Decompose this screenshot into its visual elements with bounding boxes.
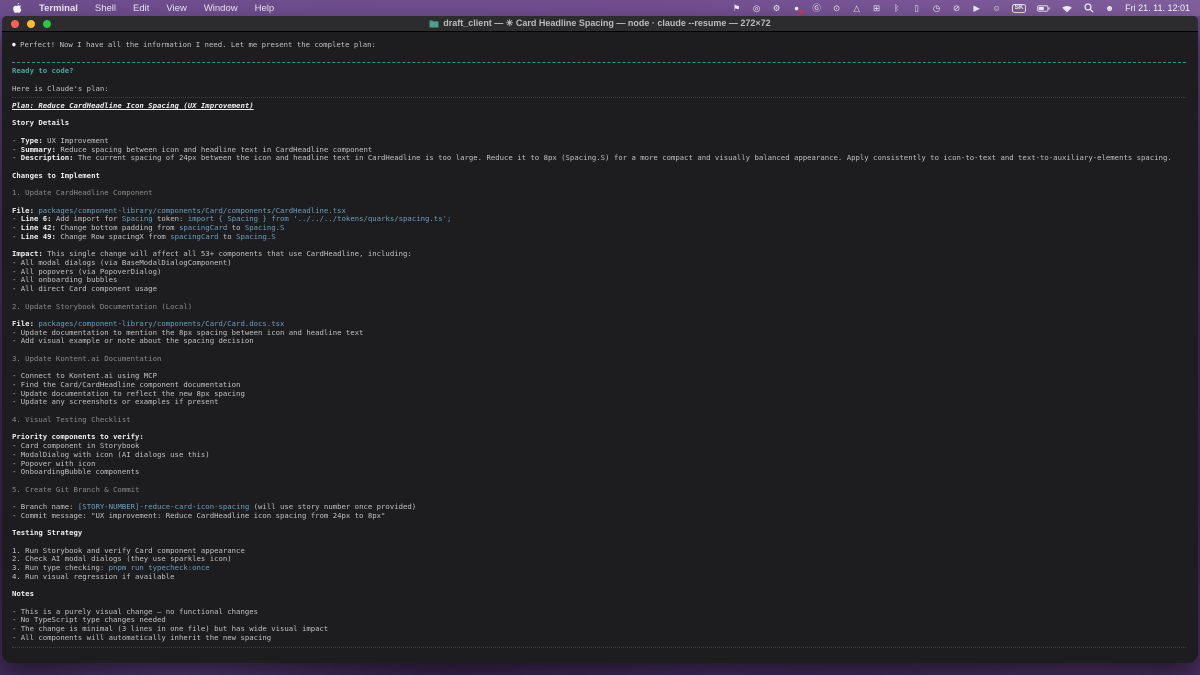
window-title-text: draft_client — ✳ Card Headline Spacing —… [443, 18, 770, 29]
battery-icon[interactable] [1037, 2, 1050, 14]
terminal-rule-blank [12, 76, 1188, 85]
terminal-line: Testing Strategy [12, 529, 1188, 538]
terminal-line: 3. Update Kontent.ai Documentation [12, 355, 1188, 364]
terminal-rule-blank [12, 128, 1188, 137]
terminal-line: Notes [12, 590, 1188, 599]
compass-icon[interactable]: ◎ [752, 2, 761, 14]
input-source-badge[interactable]: SK [1012, 4, 1026, 13]
window-titlebar[interactable]: draft_client — ✳ Card Headline Spacing —… [2, 16, 1198, 32]
display-icon[interactable]: ▯ [912, 2, 921, 14]
terminal-line: Changes to Implement [12, 172, 1188, 181]
terminal-rule-blank [12, 346, 1188, 355]
menubar-clock[interactable]: Fri 21. 11. 12:01 [1125, 3, 1190, 13]
terminal-line: 4. Visual Testing Checklist [12, 416, 1188, 425]
terminal-line: Plan: Reduce CardHeadline Icon Spacing (… [12, 102, 1188, 111]
window-layout-icon[interactable]: ⊞ [872, 2, 881, 14]
close-button[interactable] [11, 20, 19, 28]
bluetooth-icon[interactable]: ᛒ [892, 2, 901, 14]
folder-icon [429, 20, 439, 28]
terminal-line: 3. Run type checking: pnpm run typecheck… [12, 564, 1188, 573]
terminal-line: - All popovers (via PopoverDialog) [12, 268, 1188, 277]
menu-bar: Terminal Shell Edit View Window Help ⚑ ◎ ⚙ ● Ⓖ ⊙ △ ⊞… [0, 0, 1200, 16]
terminal-line: - ModalDialog with icon (AI dialogs use … [12, 451, 1188, 460]
terminal-line: Here is Claude's plan: [12, 85, 1188, 94]
search-icon[interactable] [1084, 2, 1094, 14]
terminal-rule-blank [12, 163, 1188, 172]
terminal-rule-blank [12, 477, 1188, 486]
terminal-line: Priority components to verify: [12, 433, 1188, 442]
app-notification-icon[interactable]: ● [792, 2, 801, 14]
user-switch-icon[interactable]: ☻ [1105, 2, 1114, 14]
terminal-rule-dotted [12, 93, 1188, 102]
lock-circle-icon[interactable]: ⊙ [832, 2, 841, 14]
status-area: ⚑ ◎ ⚙ ● Ⓖ ⊙ △ ⊞ ᛒ ▯ ◷ ⊘ ▶ ☺ SK ☻ Fri 21. 11. 12:01 [732, 2, 1190, 14]
terminal-line: 2. Update Storybook Documentation (Local… [12, 303, 1188, 312]
gear-icon[interactable]: ⚙ [772, 2, 781, 14]
status-icons: ⚑ ◎ ⚙ ● Ⓖ ⊙ △ ⊞ ᛒ ▯ ◷ ⊘ ▶ ☺ SK ☻ [732, 2, 1114, 14]
terminal-rule-blank [12, 50, 1188, 59]
menu-terminal[interactable]: Terminal [39, 3, 78, 14]
terminal-rule-blank [12, 364, 1188, 373]
terminal-line: - Line 49: Change Row spacingX from spac… [12, 233, 1188, 242]
terminal-line: - All direct Card component usage [12, 285, 1188, 294]
terminal-rule-blank [12, 111, 1188, 120]
terminal-rule-blank [12, 181, 1188, 190]
window-title: draft_client — ✳ Card Headline Spacing —… [2, 18, 1198, 29]
keyboard-flag-icon[interactable]: ⚑ [732, 2, 741, 14]
terminal-rule-blank [12, 582, 1188, 591]
play-circle-icon[interactable]: ▶ [972, 2, 981, 14]
terminal-line: - All onboarding bubbles [12, 276, 1188, 285]
menu-view[interactable]: View [166, 3, 186, 14]
wifi-icon[interactable] [1061, 2, 1073, 14]
zoom-button[interactable] [43, 20, 51, 28]
menu-window[interactable]: Window [204, 3, 238, 14]
terminal-rule-blank [12, 407, 1188, 416]
terminal-line: Story Details [12, 119, 1188, 128]
menu-shell[interactable]: Shell [95, 3, 116, 14]
terminal-line: - This is a purely visual change — no fu… [12, 608, 1188, 617]
terminal-line: - Commit message: "UX improvement: Reduc… [12, 512, 1188, 521]
terminal-window: draft_client — ✳ Card Headline Spacing —… [2, 16, 1198, 663]
terminal-line: 1. Update CardHeadline Component [12, 189, 1188, 198]
terminal-line: 5. Create Git Branch & Commit [12, 486, 1188, 495]
terminal-line: - All components will automatically inhe… [12, 634, 1188, 643]
terminal-line: - Update any screenshots or examples if … [12, 398, 1188, 407]
traffic-lights [11, 20, 51, 28]
terminal-line: 4. Run visual regression if available [12, 573, 1188, 582]
terminal-line: - Add visual example or note about the s… [12, 337, 1188, 346]
menu-edit[interactable]: Edit [133, 3, 149, 14]
apple-menu-icon[interactable] [12, 2, 22, 14]
terminal-rule-blank [12, 521, 1188, 530]
terminal-output: ⏺ Perfect! Now I have all the informatio… [2, 32, 1198, 651]
terminal-line: - Description: The current spacing of 24… [12, 154, 1188, 163]
volume-muted-icon[interactable]: ⊘ [952, 2, 961, 14]
terminal-line: - All modal dialogs (via BaseModalDialog… [12, 259, 1188, 268]
menu-items: Terminal Shell Edit View Window Help [12, 2, 274, 14]
minimize-button[interactable] [27, 20, 35, 28]
terminal-rule-dotted [12, 643, 1188, 652]
user-circle-icon[interactable]: ☺ [992, 2, 1001, 14]
terminal-rule-dashed [12, 58, 1188, 67]
clock-circle-icon[interactable]: ◷ [932, 2, 941, 14]
terminal-rule-blank [12, 425, 1188, 434]
terminal-line: - OnboardingBubble components [12, 468, 1188, 477]
triangle-icon[interactable]: △ [852, 2, 861, 14]
menu-help[interactable]: Help [255, 3, 275, 14]
g-circle-icon[interactable]: Ⓖ [812, 2, 821, 14]
terminal-line: Ready to code? [12, 67, 1188, 76]
terminal-line: ⏺ Perfect! Now I have all the informatio… [12, 41, 1188, 50]
terminal-line: - Popover with icon [12, 460, 1188, 469]
